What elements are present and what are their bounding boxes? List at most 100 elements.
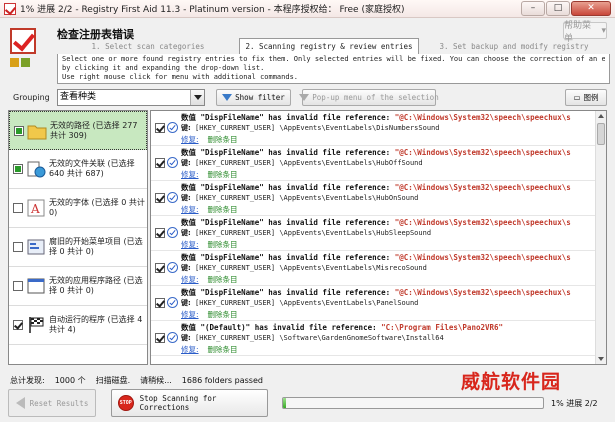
maximize-button[interactable]: □	[546, 1, 570, 16]
list-item[interactable]: 数值 "(Default)" has invalid file referenc…	[151, 321, 606, 356]
vertical-scrollbar[interactable]	[595, 111, 606, 364]
category-label: 无效的文件关联 (已选择 640 共计 687)	[49, 159, 135, 178]
grouping-select[interactable]: 查看种类	[57, 89, 205, 106]
fix-dropdown[interactable]: 修复:	[181, 135, 199, 144]
category-checkbox[interactable]	[13, 164, 23, 174]
progress-fill	[283, 398, 286, 408]
found-label: 总计发现:	[10, 376, 45, 385]
step-select-categories[interactable]: 1. Select scan categories	[57, 39, 239, 54]
grouping-value: 查看种类	[60, 92, 97, 102]
progress-label: 1% 进展 2/2	[551, 399, 598, 408]
category-checkbox[interactable]	[13, 281, 23, 291]
entry-title: 数值 "(Default)" has invalid file referenc…	[181, 323, 504, 332]
step-backup-modify[interactable]: 3. Set backup and modify registry	[419, 39, 609, 54]
legend-button[interactable]: ▭ 图例	[565, 89, 607, 106]
fix-action[interactable]: 删除条目	[208, 240, 238, 249]
popup-menu-label: Pop-up menu of the selection	[312, 93, 439, 102]
entry-checkbox[interactable]	[155, 298, 165, 308]
entry-title: 数值 "DispFileName" has invalid file refer…	[181, 288, 571, 297]
entry-fix: 修复: 删除条目	[181, 274, 238, 285]
scroll-thumb[interactable]	[597, 123, 605, 145]
fix-action[interactable]: 删除条目	[208, 345, 238, 354]
fix-action[interactable]: 删除条目	[208, 135, 238, 144]
fix-dropdown[interactable]: 修复:	[181, 345, 199, 354]
fix-dropdown[interactable]: 修复:	[181, 170, 199, 179]
entry-checkbox[interactable]	[155, 123, 165, 133]
fix-status-icon	[167, 157, 178, 168]
category-checkbox[interactable]	[13, 320, 23, 330]
entry-title: 数值 "DispFileName" has invalid file refer…	[181, 218, 571, 227]
entry-fix: 修复: 删除条目	[181, 134, 238, 145]
entry-key: 键: [HKEY_CURRENT_USER] \AppEvents\EventL…	[181, 229, 432, 237]
window-title: 1% 进展 2/2 - Registry First Aid 11.3 - Pl…	[20, 5, 405, 15]
list-item[interactable]: 数值 "DispFileName" has invalid file refer…	[151, 181, 606, 216]
entry-fix: 修复: 删除条目	[181, 344, 238, 355]
reset-results-button[interactable]: Reset Results	[8, 389, 96, 417]
fix-action[interactable]: 删除条目	[208, 170, 238, 179]
help-menu-button[interactable]: 帮助菜单 ▾	[563, 21, 607, 44]
list-item[interactable]: 数值 "DispFileName" has invalid file refer…	[151, 251, 606, 286]
entry-fix: 修复: 删除条目	[181, 204, 238, 215]
entry-checkbox[interactable]	[155, 228, 165, 238]
stop-label: Stop Scanning for Corrections	[139, 394, 217, 412]
category-checkbox[interactable]	[13, 203, 23, 213]
menu-arrow-icon	[299, 94, 310, 101]
fix-status-icon	[167, 227, 178, 238]
category-label: 无效的路径 (已选择 277 共计 309)	[50, 120, 138, 140]
category-invalid-file-associations[interactable]: 无效的文件关联 (已选择 640 共计 687)	[9, 150, 147, 189]
instruction-line: Select one or more found registry entrie…	[62, 55, 605, 63]
fix-status-icon	[167, 297, 178, 308]
instruction-line: Use right mouse click for menu with addi…	[62, 73, 299, 81]
fix-dropdown[interactable]: 修复:	[181, 205, 199, 214]
font-icon: A	[27, 199, 45, 217]
fix-dropdown[interactable]: 修复:	[181, 310, 199, 319]
list-item[interactable]: 数值 "DispFileName" has invalid file refer…	[151, 111, 606, 146]
category-obsolete-start-menu[interactable]: 腐旧的开始菜单项目 (已选择 0 共计 0)	[9, 228, 147, 267]
fix-status-icon	[167, 192, 178, 203]
fix-action[interactable]: 删除条目	[208, 205, 238, 214]
stop-scanning-button[interactable]: STOP Stop Scanning for Corrections	[111, 389, 268, 417]
fix-dropdown[interactable]: 修复:	[181, 240, 199, 249]
category-label: 自动运行的程序 (已选择 4 共计 4)	[49, 315, 143, 334]
category-autorun-programs[interactable]: 自动运行的程序 (已选择 4 共计 4)	[9, 306, 147, 345]
fix-status-icon	[167, 262, 178, 273]
list-item[interactable]: 数值 "DispFileName" has invalid file refer…	[151, 146, 606, 181]
scroll-up-icon[interactable]	[596, 111, 606, 121]
fix-status-icon	[167, 332, 178, 343]
entry-checkbox[interactable]	[155, 158, 165, 168]
close-button[interactable]: ✕	[571, 1, 611, 16]
fix-action[interactable]: 删除条目	[208, 310, 238, 319]
category-checkbox[interactable]	[14, 125, 24, 136]
fix-dropdown[interactable]: 修复:	[181, 275, 199, 284]
fix-action[interactable]: 删除条目	[208, 275, 238, 284]
show-filter-button[interactable]: Show filter	[216, 89, 291, 106]
list-item[interactable]: 数值 "DispFileName" has invalid file refer…	[151, 216, 606, 251]
scroll-down-icon[interactable]	[596, 354, 606, 364]
registry-entries-list: 数值 "DispFileName" has invalid file refer…	[150, 110, 607, 365]
minimize-button[interactable]: –	[521, 1, 545, 16]
entry-key: 键: [HKEY_CURRENT_USER] \Software\GardenG…	[181, 334, 444, 342]
list-item[interactable]: 数值 "DispFileName" has invalid file refer…	[151, 286, 606, 321]
app-logo	[8, 24, 44, 67]
start-menu-icon	[27, 239, 45, 255]
category-label: 无效的应用程序路径 (已选择 0 共计 0)	[49, 276, 143, 295]
category-invalid-fonts[interactable]: A 无效的字体 (已选择 0 共计 0)	[9, 189, 147, 228]
show-filter-label: Show filter	[235, 93, 285, 102]
entry-checkbox[interactable]	[155, 193, 165, 203]
entry-checkbox[interactable]	[155, 263, 165, 273]
svg-text:A: A	[30, 202, 40, 216]
reset-label: Reset Results	[29, 398, 89, 408]
dropdown-arrow-icon	[190, 90, 204, 105]
step-scanning-review[interactable]: 2. Scanning registry & review entries	[239, 38, 419, 54]
application-icon	[27, 278, 45, 294]
category-checkbox[interactable]	[13, 242, 23, 252]
entry-key: 键: [HKEY_CURRENT_USER] \AppEvents\EventL…	[181, 264, 427, 272]
entry-checkbox[interactable]	[155, 333, 165, 343]
scanning-label: 扫描磁盘.	[95, 376, 131, 385]
category-label: 无效的字体 (已选择 0 共计 0)	[49, 198, 145, 217]
category-invalid-app-paths[interactable]: 无效的应用程序路径 (已选择 0 共计 0)	[9, 267, 147, 306]
entry-fix: 修复: 删除条目	[181, 239, 238, 250]
category-invalid-paths[interactable]: 无效的路径 (已选择 277 共计 309)	[9, 111, 147, 150]
popup-menu-button[interactable]: Pop-up menu of the selection	[299, 89, 439, 106]
wait-label: 请稍候...	[140, 376, 172, 385]
